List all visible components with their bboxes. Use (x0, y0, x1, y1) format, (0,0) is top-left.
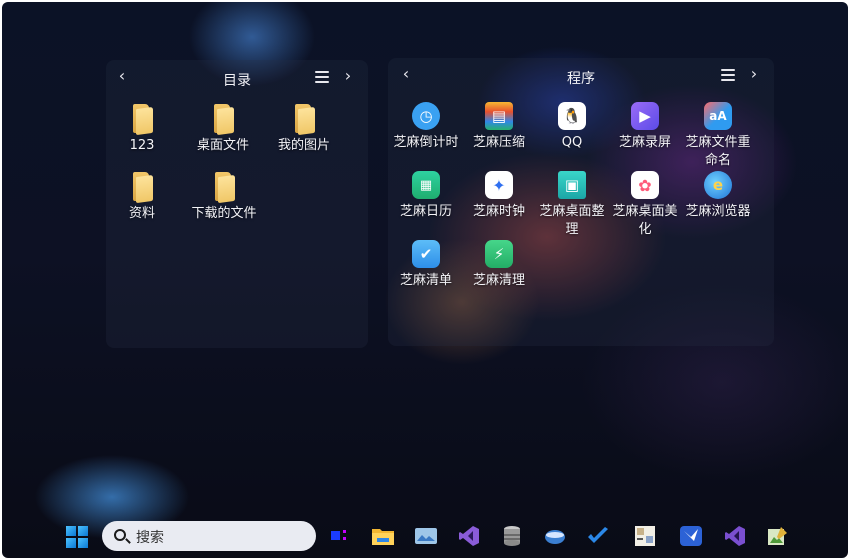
folder-item-desktop-files[interactable]: 桌面文件 (188, 104, 258, 155)
app-label: 芝麻录屏 (618, 135, 671, 150)
folder-label: 下载的文件 (191, 206, 257, 221)
app-countdown[interactable]: ◷ 芝麻倒计时 (391, 102, 461, 152)
folder-icon (131, 172, 153, 204)
visual-studio-icon[interactable] (457, 524, 481, 548)
rename-icon: aA (704, 102, 732, 130)
desktop: ‹ 目录 › 123 桌面文件 我的图片 资料 下载的文件 ‹ 程序 › ◷ 芝… (2, 2, 848, 558)
browser-icon: e (704, 171, 732, 199)
search-placeholder: 搜索 (136, 530, 164, 546)
folder-icon (212, 104, 234, 136)
folder-label: 桌面文件 (196, 138, 249, 153)
folder-label: 我的图片 (277, 138, 330, 153)
folder-item-123[interactable]: 123 (107, 104, 177, 155)
folder-item-my-pictures[interactable]: 我的图片 (269, 104, 339, 155)
directory-panel: ‹ 目录 › 123 桌面文件 我的图片 资料 下载的文件 (106, 60, 368, 348)
app-label: 芝麻时钟 (472, 204, 525, 219)
folder-icon (293, 104, 315, 136)
app-label: 芝麻压缩 (472, 135, 525, 150)
start-icon[interactable] (66, 526, 88, 548)
image-editor-icon[interactable] (633, 524, 657, 548)
folder-icon (213, 172, 235, 204)
clock-icon: ✦ (485, 171, 513, 199)
app-file-rename[interactable]: aA 芝麻文件重命名 (683, 102, 753, 170)
app-label: 芝麻桌面整理 (539, 204, 605, 237)
app-browser[interactable]: e 芝麻浏览器 (683, 171, 753, 221)
app-label: 芝麻清理 (472, 273, 525, 288)
feishu-icon[interactable] (679, 524, 703, 548)
programs-panel-title: 程序 (567, 71, 595, 87)
paint-icon[interactable] (766, 524, 790, 548)
app-label: 芝麻浏览器 (685, 204, 751, 219)
countdown-icon: ◷ (412, 102, 440, 130)
programs-menu-icon[interactable] (721, 69, 735, 81)
desktop-organize-icon: ▣ (558, 171, 586, 199)
palette-icon: ✿ (631, 171, 659, 199)
app-desktop-beautify[interactable]: ✿ 芝麻桌面美化 (610, 171, 680, 239)
cleaner-icon: ⚡ (485, 240, 513, 268)
app-label: QQ (561, 135, 583, 150)
browser-icon[interactable] (543, 524, 567, 548)
folder-icon (131, 104, 153, 136)
folder-label: 资料 (128, 206, 155, 221)
folder-item-downloads[interactable]: 下载的文件 (188, 172, 260, 223)
database-icon[interactable] (500, 524, 524, 548)
programs-panel-header: ‹ 程序 › (388, 58, 774, 92)
app-qq[interactable]: 🐧 QQ (537, 102, 607, 152)
calendar-icon: ▦ (412, 171, 440, 199)
folder-item-materials[interactable]: 资料 (107, 172, 177, 223)
directory-menu-icon[interactable] (315, 71, 329, 83)
programs-panel: ‹ 程序 › ◷ 芝麻倒计时 ▤ 芝麻压缩 🐧 QQ ▶ 芝麻录屏 aA 芝麻文… (388, 58, 774, 346)
checklist-icon: ✔ (412, 240, 440, 268)
app-label: 芝麻倒计时 (393, 135, 459, 150)
app-archive[interactable]: ▤ 芝麻压缩 (464, 102, 534, 152)
app-calendar[interactable]: ▦ 芝麻日历 (391, 171, 461, 221)
directory-next-button[interactable]: › (340, 66, 356, 85)
app-label: 芝麻文件重命名 (685, 135, 751, 168)
app-cleaner[interactable]: ⚡ 芝麻清理 (464, 240, 534, 290)
search-icon (114, 529, 126, 541)
taskbar-search[interactable]: 搜索 (102, 521, 316, 551)
folder-label: 123 (129, 138, 155, 153)
app-label: 芝麻清单 (399, 273, 452, 288)
app-desktop-organize[interactable]: ▣ 芝麻桌面整理 (537, 171, 607, 239)
programs-next-button[interactable]: › (746, 64, 762, 83)
todo-icon[interactable] (586, 524, 610, 548)
app-clock[interactable]: ✦ 芝麻时钟 (464, 171, 534, 221)
photos-icon[interactable] (414, 524, 438, 548)
taskbar: 搜索 (2, 512, 848, 558)
qq-icon: 🐧 (558, 102, 586, 130)
directory-panel-header: ‹ 目录 › (106, 60, 368, 94)
file-explorer-icon[interactable] (371, 524, 395, 548)
app-checklist[interactable]: ✔ 芝麻清单 (391, 240, 461, 290)
archive-icon: ▤ (485, 102, 513, 130)
visual-studio-2-icon[interactable] (723, 524, 747, 548)
app-label: 芝麻日历 (399, 204, 452, 219)
screen-record-icon: ▶ (631, 102, 659, 130)
app-screen-record[interactable]: ▶ 芝麻录屏 (610, 102, 680, 152)
app-label: 芝麻桌面美化 (612, 204, 678, 237)
task-view-icon[interactable] (328, 524, 352, 548)
